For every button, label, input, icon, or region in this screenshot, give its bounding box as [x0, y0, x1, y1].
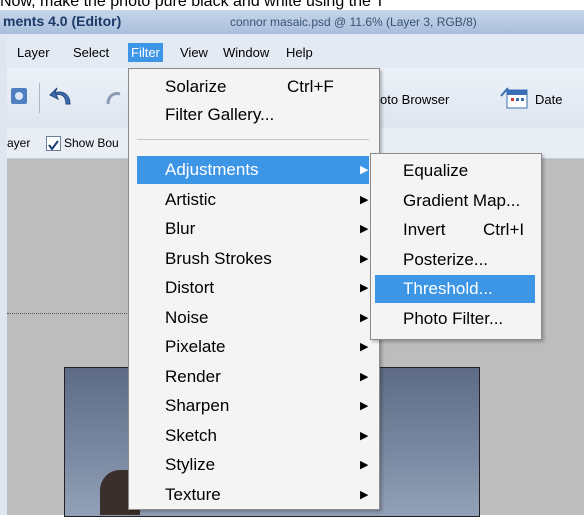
show-bounding-box-checkbox[interactable]: [46, 136, 61, 151]
undo-icon[interactable]: [48, 84, 76, 110]
menu-item-label: Distort: [165, 278, 215, 297]
menu-item-sketch[interactable]: Sketch ▶: [137, 422, 369, 450]
menu-item-brush-strokes[interactable]: Brush Strokes ▶: [137, 245, 369, 273]
menu-view[interactable]: View: [177, 43, 211, 62]
menu-item-shortcut: Ctrl+F: [287, 77, 334, 96]
menu-filter[interactable]: Filter: [128, 43, 163, 62]
menu-item-filter-gallery[interactable]: Filter Gallery...: [137, 101, 369, 129]
submenu-arrow-icon: ▶: [360, 194, 369, 206]
organizer-icon[interactable]: [9, 84, 31, 108]
menu-window[interactable]: Window: [220, 43, 272, 62]
submenu-arrow-icon: ▶: [360, 459, 369, 471]
menu-item-noise[interactable]: Noise ▶: [137, 304, 369, 332]
selection-marquee: [7, 313, 127, 314]
menu-item-gradient-map[interactable]: Gradient Map...: [375, 187, 535, 215]
submenu-arrow-icon: ▶: [360, 489, 369, 501]
submenu-arrow-icon: ▶: [360, 164, 369, 176]
menu-item-label: Gradient Map...: [403, 191, 521, 210]
menu-item-label: Sharpen: [165, 396, 230, 415]
menu-item-label: Blur: [165, 219, 196, 238]
menu-item-label: Solarize: [165, 77, 227, 96]
menu-item-threshold[interactable]: Threshold...: [375, 275, 535, 303]
submenu-arrow-icon: ▶: [360, 341, 369, 353]
menu-item-blur[interactable]: Blur ▶: [137, 215, 369, 243]
menu-item-equalize[interactable]: Equalize: [375, 157, 535, 185]
left-edge: [0, 34, 7, 515]
menu-item-texture[interactable]: Texture ▶: [137, 481, 369, 509]
menu-item-label: Brush Strokes: [165, 249, 272, 268]
auto-select-layer-label: ayer: [7, 136, 31, 150]
menu-item-label: Pixelate: [165, 337, 226, 356]
tutorial-caption: Now, make the photo pure black and white…: [0, 0, 385, 10]
menu-item-solarize[interactable]: Solarize Ctrl+F: [137, 73, 369, 101]
app-title: ments 4.0 (Editor): [3, 13, 122, 29]
menu-item-label: Filter Gallery...: [165, 105, 275, 124]
menu-item-stylize[interactable]: Stylize ▶: [137, 451, 369, 479]
menu-item-label: Adjustments: [165, 160, 259, 179]
show-bounding-box-label: Show Bou: [64, 136, 119, 150]
menu-item-label: Posterize...: [403, 250, 489, 269]
menu-item-shortcut: Ctrl+I: [483, 220, 525, 239]
date-view-icon[interactable]: [500, 84, 530, 110]
photo-browser-label[interactable]: oto Browser: [380, 92, 449, 107]
adjustments-submenu: Equalize Gradient Map... Invert Ctrl+I P…: [370, 153, 542, 340]
menu-item-posterize[interactable]: Posterize...: [375, 246, 535, 274]
menu-item-invert[interactable]: Invert Ctrl+I: [375, 216, 535, 244]
menu-layer[interactable]: Layer: [14, 43, 53, 62]
menu-select[interactable]: Select: [70, 43, 112, 62]
toolbar-separator: [39, 83, 40, 113]
submenu-arrow-icon: ▶: [360, 223, 369, 235]
menu-item-label: Sketch: [165, 426, 217, 445]
submenu-arrow-icon: ▶: [360, 430, 369, 442]
menu-item-sharpen[interactable]: Sharpen ▶: [137, 392, 369, 420]
redo-icon[interactable]: [106, 86, 128, 110]
filter-menu: Solarize Ctrl+F Filter Gallery... Adjust…: [128, 68, 380, 510]
menu-item-label: Equalize: [403, 161, 469, 180]
menu-item-label: Threshold...: [403, 279, 493, 298]
menu-item-render[interactable]: Render ▶: [137, 363, 369, 391]
submenu-arrow-icon: ▶: [360, 400, 369, 412]
menu-item-label: Artistic: [165, 190, 216, 209]
submenu-arrow-icon: ▶: [360, 253, 369, 265]
submenu-arrow-icon: ▶: [360, 371, 369, 383]
menu-item-label: Noise: [165, 308, 209, 327]
menu-help[interactable]: Help: [283, 43, 316, 62]
menu-item-label: Photo Filter...: [403, 309, 504, 328]
menu-item-pixelate[interactable]: Pixelate ▶: [137, 333, 369, 361]
menu-item-adjustments[interactable]: Adjustments ▶: [137, 156, 369, 184]
document-title: connor masaic.psd @ 11.6% (Layer 3, RGB/…: [230, 15, 477, 29]
menu-item-label: Invert: [403, 220, 446, 239]
menu-item-photo-filter[interactable]: Photo Filter...: [375, 305, 535, 333]
menu-separator: [137, 139, 369, 140]
submenu-arrow-icon: ▶: [360, 282, 369, 294]
menu-item-label: Render: [165, 367, 221, 386]
date-view-label[interactable]: Date: [535, 92, 562, 107]
menu-item-label: Stylize: [165, 455, 216, 474]
menu-item-artistic[interactable]: Artistic ▶: [137, 186, 369, 214]
menu-item-label: Texture: [165, 485, 221, 504]
menu-item-distort[interactable]: Distort ▶: [137, 274, 369, 302]
submenu-arrow-icon: ▶: [360, 312, 369, 324]
